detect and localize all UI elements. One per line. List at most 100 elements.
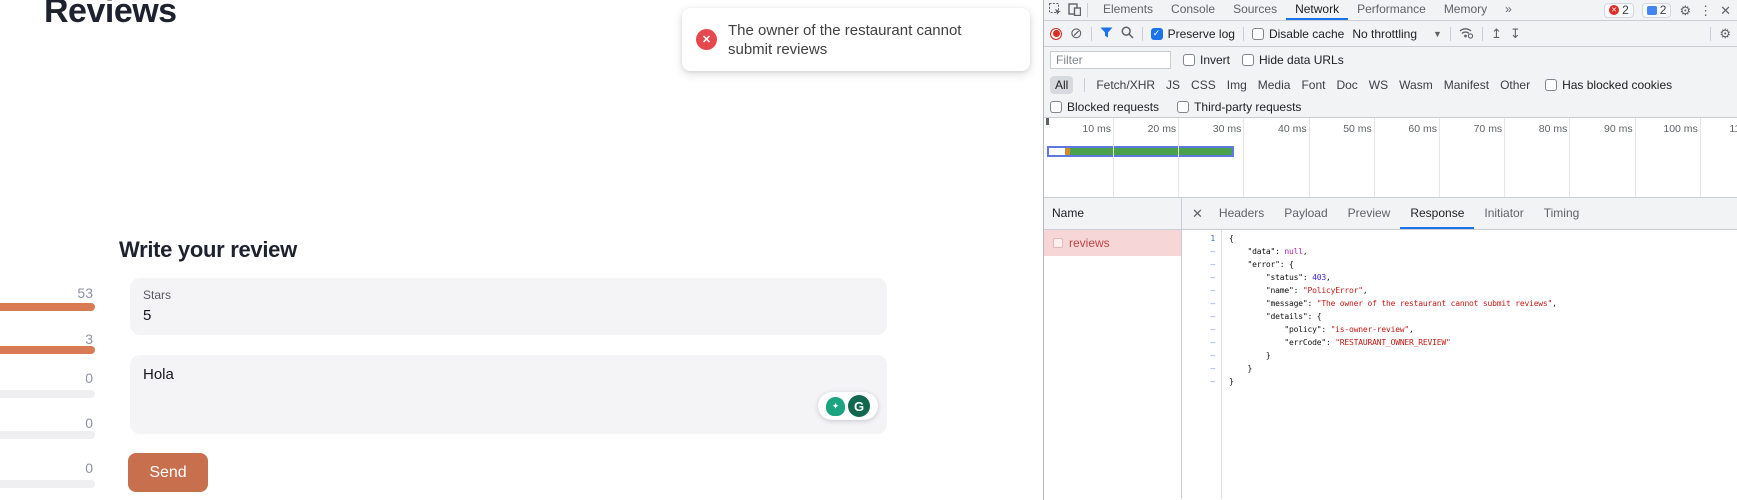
record-network-log-icon[interactable] (1050, 28, 1062, 40)
more-tabs-icon[interactable]: » (1496, 0, 1521, 20)
devtools-controls: ✕ 2 2 ⚙ ⋮ ✕ (1604, 3, 1737, 18)
main-tab-console[interactable]: Console (1162, 0, 1224, 20)
detail-tab-headers[interactable]: Headers (1209, 198, 1274, 229)
main-tab-elements[interactable]: Elements (1094, 0, 1162, 20)
invert-toggle[interactable]: Invert (1183, 53, 1230, 67)
filter-funnel-icon[interactable] (1100, 27, 1113, 40)
timeline-tick-label: 60 ms (1393, 123, 1437, 135)
type-chip-fetchxhr[interactable]: Fetch/XHR (1096, 78, 1155, 92)
grammarly-widget[interactable]: ✦ G (818, 392, 878, 420)
checkbox-unchecked-icon[interactable] (1177, 101, 1189, 113)
errors-badge[interactable]: ✕ 2 (1604, 3, 1634, 18)
issues-icon (1647, 6, 1657, 15)
type-chip-font[interactable]: Font (1301, 78, 1325, 92)
checkbox-unchecked-icon[interactable] (1545, 79, 1557, 91)
network-settings-gear-icon[interactable]: ⚙ (1719, 27, 1731, 40)
type-chip-img[interactable]: Img (1227, 78, 1247, 92)
timeline-tick-label: 10 ms (1067, 123, 1111, 135)
close-detail-icon[interactable]: ✕ (1192, 206, 1203, 222)
more-options-icon[interactable]: ⋮ (1699, 4, 1712, 17)
type-chip-manifest[interactable]: Manifest (1444, 78, 1489, 92)
grammarly-logo-icon[interactable]: G (848, 395, 870, 417)
blocked-requests-toggle[interactable]: Blocked requests (1050, 100, 1159, 114)
type-chip-all[interactable]: All (1050, 76, 1073, 94)
import-har-icon[interactable]: ↥ (1491, 27, 1502, 40)
main-tab-sources[interactable]: Sources (1224, 0, 1286, 20)
divider (1450, 27, 1451, 41)
invert-label: Invert (1200, 53, 1230, 67)
error-toast: ✕ The owner of the restaurant cannot sub… (682, 8, 1030, 71)
line-number: – (1182, 336, 1215, 349)
rating-bar (0, 346, 95, 354)
devtools-tab-bar: ElementsConsoleSourcesNetworkPerformance… (1044, 0, 1737, 21)
network-overview-timeline[interactable]: 10 ms20 ms30 ms40 ms50 ms60 ms70 ms80 ms… (1044, 118, 1737, 198)
toast-message: The owner of the restaurant cannot submi… (728, 21, 986, 59)
rating-count: 3 (0, 331, 93, 347)
checkbox-unchecked-icon[interactable] (1242, 54, 1254, 66)
code-line: { (1229, 232, 1557, 245)
checkbox-unchecked-icon[interactable] (1183, 54, 1195, 66)
type-chip-doc[interactable]: Doc (1336, 78, 1357, 92)
network-toolbar: ⊘ ✓ Preserve log Disable cache No thrott… (1044, 21, 1737, 47)
timeline-gridline (1700, 118, 1701, 197)
preserve-log-toggle[interactable]: ✓ Preserve log (1151, 27, 1235, 41)
timeline-tick-label: 110 ms (1719, 123, 1737, 135)
error-count-icon: ✕ (1609, 5, 1619, 15)
timeline-tick-label: 30 ms (1197, 123, 1241, 135)
stars-field[interactable]: Stars 5 (130, 278, 887, 335)
main-tab-network[interactable]: Network (1286, 0, 1348, 20)
third-party-requests-label: Third-party requests (1194, 100, 1301, 114)
throttling-value: No throttling (1352, 27, 1417, 41)
main-tab-performance[interactable]: Performance (1348, 0, 1435, 20)
third-party-requests-toggle[interactable]: Third-party requests (1177, 100, 1301, 114)
response-json-code[interactable]: { "data": null, "error": { "status": 403… (1222, 230, 1557, 499)
line-number-gutter: 1––––––––––– (1182, 230, 1222, 499)
close-devtools-icon[interactable]: ✕ (1720, 4, 1731, 17)
has-blocked-cookies-toggle[interactable]: Has blocked cookies (1545, 78, 1672, 92)
waiting-segment (1049, 148, 1065, 155)
filter-input[interactable] (1050, 51, 1171, 69)
type-chip-ws[interactable]: WS (1369, 78, 1388, 92)
has-blocked-cookies-label: Has blocked cookies (1562, 78, 1672, 92)
grammarly-suggestion-bulb-icon[interactable]: ✦ (826, 397, 845, 416)
clear-network-log-icon[interactable]: ⊘ (1070, 26, 1083, 41)
export-har-icon[interactable]: ↧ (1510, 27, 1521, 40)
type-chip-js[interactable]: JS (1166, 78, 1180, 92)
checkbox-unchecked-icon[interactable] (1050, 101, 1062, 113)
main-tab-memory[interactable]: Memory (1435, 0, 1496, 20)
type-chip-wasm[interactable]: Wasm (1399, 78, 1433, 92)
throttling-dropdown[interactable]: No throttling ▼ (1352, 27, 1442, 41)
code-line: "policy": "is-owner-review", (1229, 323, 1557, 336)
type-chip-media[interactable]: Media (1258, 78, 1291, 92)
requests-list: reviews (1044, 230, 1182, 499)
request-waterfall-bar[interactable] (1047, 146, 1234, 157)
detail-tab-timing[interactable]: Timing (1534, 198, 1590, 229)
checkbox-unchecked-icon[interactable] (1252, 28, 1264, 40)
type-chip-other[interactable]: Other (1500, 78, 1530, 92)
request-row[interactable]: reviews (1044, 230, 1181, 256)
checkbox-checked-icon[interactable]: ✓ (1151, 28, 1163, 40)
issues-badge[interactable]: 2 (1642, 3, 1672, 18)
blocked-requests-label: Blocked requests (1067, 100, 1159, 114)
disable-cache-toggle[interactable]: Disable cache (1252, 27, 1344, 41)
name-column-header[interactable]: Name (1044, 198, 1182, 229)
timeline-tick-label: 40 ms (1263, 123, 1307, 135)
preserve-log-label: Preserve log (1168, 27, 1235, 41)
hide-data-urls-toggle[interactable]: Hide data URLs (1242, 53, 1344, 67)
table-and-detail-header: Name ✕ HeadersPayloadPreviewResponseInit… (1044, 198, 1737, 230)
timeline-gridline (1635, 118, 1636, 197)
review-text-field[interactable]: Hola ✦ G (130, 355, 887, 434)
network-conditions-icon[interactable] (1459, 27, 1474, 41)
inspect-element-icon[interactable] (1049, 3, 1062, 18)
settings-gear-icon[interactable]: ⚙ (1679, 4, 1691, 17)
device-toolbar-icon[interactable] (1068, 3, 1081, 18)
detail-tab-response[interactable]: Response (1400, 198, 1474, 229)
detail-tab-initiator[interactable]: Initiator (1474, 198, 1533, 229)
divider (1084, 78, 1085, 92)
type-chip-css[interactable]: CSS (1191, 78, 1216, 92)
request-name: reviews (1069, 236, 1110, 250)
send-button[interactable]: Send (128, 453, 208, 492)
detail-tab-preview[interactable]: Preview (1338, 198, 1401, 229)
search-icon[interactable] (1121, 26, 1134, 41)
detail-tab-payload[interactable]: Payload (1274, 198, 1337, 229)
